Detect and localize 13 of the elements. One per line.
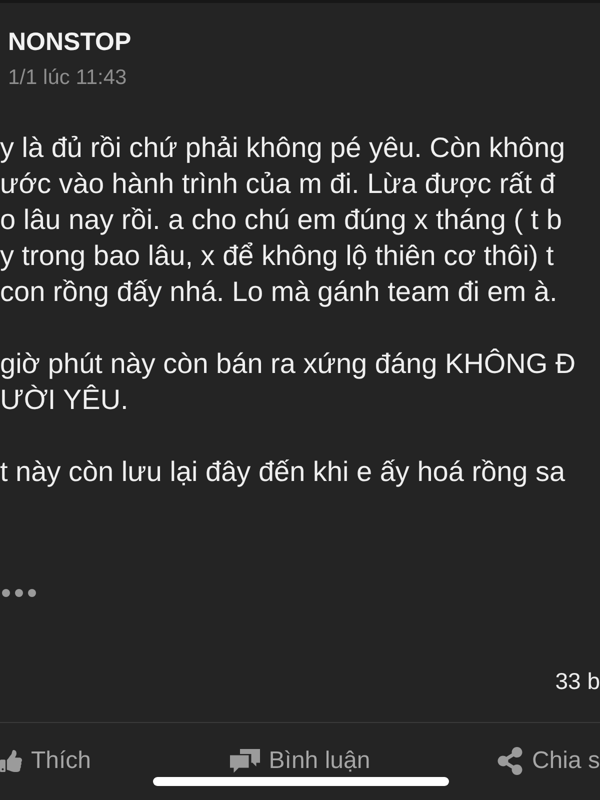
post-time: 1/1 lúc 11:43: [8, 65, 127, 91]
post-text: y là đủ rồi chứ phải không pé yêu. Còn không ước vào hành trình của m đi. Lừa được rất đ o lâu nay rồi. a cho chú em đúng x tháng ( t b y trong bao lâu, x để không lộ thiên cơ thôi) t con rồng đấy nhá. Lo mà gánh team đi em à.: [0, 131, 566, 309]
like-button[interactable]: Thích: [0, 747, 92, 775]
post-text: t này còn lưu lại đây đến khi e ấy hoá rồng sa: [0, 455, 566, 489]
share-icon: [496, 747, 523, 775]
share-button[interactable]: Chia s: [496, 747, 600, 775]
comment-icon: [230, 748, 260, 774]
author-name[interactable]: NONSTOP: [8, 27, 132, 57]
ellipsis-icon: [2, 589, 36, 597]
thumbs-up-icon: [0, 749, 22, 773]
comment-count[interactable]: 33 b: [555, 667, 600, 695]
comment-button[interactable]: Bình luận: [230, 747, 370, 775]
post-text: giờ phút này còn bán ra xứng đáng KHÔNG Đ ƯỜI YÊU.: [0, 347, 576, 417]
